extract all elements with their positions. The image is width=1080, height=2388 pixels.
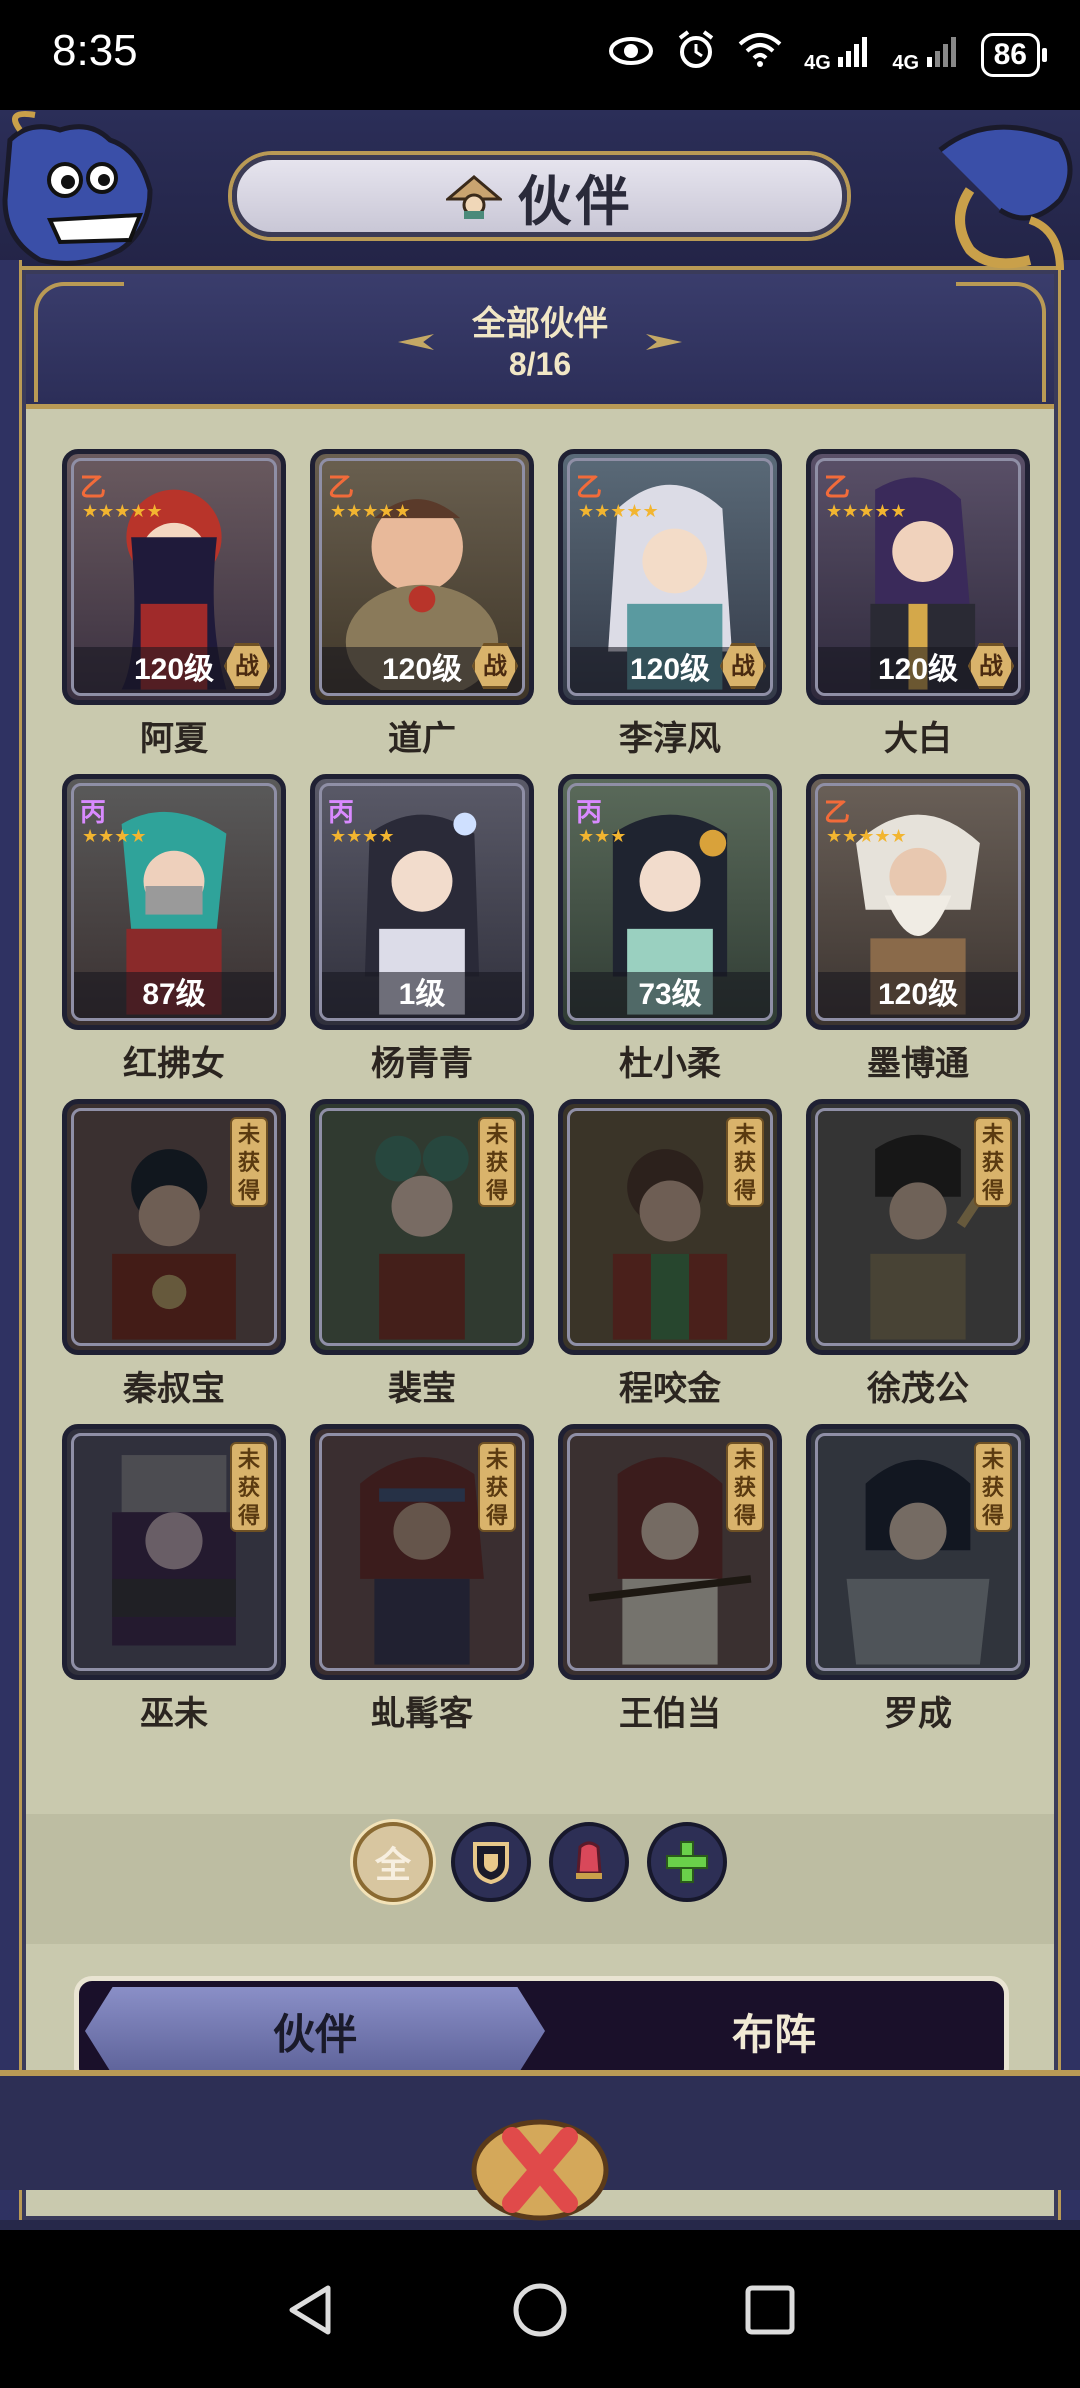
partner-card[interactable]: 丙 ★★★ 73级 xyxy=(558,774,782,1030)
star-rating: ★★★★ xyxy=(82,826,147,847)
not-obtained-tag: 未获得 xyxy=(230,1117,268,1207)
rank-label: 丙 xyxy=(80,798,107,828)
not-obtained-tag: 未获得 xyxy=(478,1117,516,1207)
bell-icon xyxy=(576,1841,602,1879)
filter-all-label: 全 xyxy=(374,1845,411,1886)
status-bar: 8:35 4G 4G 86 xyxy=(0,0,1080,110)
partner-name: 罗成 xyxy=(884,1694,952,1734)
partner-count: 8/16 xyxy=(508,346,572,382)
dragon-head-icon xyxy=(2,111,153,266)
not-obtained-tag: 未获得 xyxy=(974,1117,1012,1207)
partner-name: 大白 xyxy=(884,719,952,759)
not-obtained-tag: 未获得 xyxy=(726,1117,764,1207)
star-rating: ★★★★★ xyxy=(826,826,907,847)
partner-name: 红拂女 xyxy=(123,1044,225,1084)
partner-card-locked[interactable]: 未获得 xyxy=(558,1424,782,1680)
page-title: 伙伴 xyxy=(517,169,634,233)
partner-name: 李淳风 xyxy=(619,719,721,759)
battery-indicator: 86 xyxy=(980,32,1048,77)
title-plate: 伙伴 xyxy=(232,155,847,237)
partner-name: 秦叔宝 xyxy=(123,1369,225,1409)
star-rating: ★★★★ xyxy=(330,826,395,847)
partner-name: 杨青青 xyxy=(371,1044,473,1084)
rank-label: 丙 xyxy=(328,798,355,828)
banner-title: 全部伙伴 xyxy=(472,304,608,344)
partner-card[interactable]: 乙 ★★★★★ 120级 战 xyxy=(62,449,286,705)
level-label: 120级 xyxy=(818,972,1018,1018)
partner-name: 徐茂公 xyxy=(867,1369,969,1409)
partner-card[interactable]: 丙 ★★★★ 87级 xyxy=(62,774,286,1030)
not-obtained-tag: 未获得 xyxy=(478,1442,516,1532)
home-icon[interactable] xyxy=(510,2280,570,2340)
star-rating: ★★★★★ xyxy=(826,501,907,522)
partner-card[interactable]: 乙 ★★★★★ 120级 xyxy=(806,774,1030,1030)
partner-name: 墨博通 xyxy=(867,1044,969,1084)
star-rating: ★★★★★ xyxy=(578,501,659,522)
partner-card[interactable]: 乙 ★★★★★ 120级 战 xyxy=(806,449,1030,705)
shield-icon xyxy=(473,1842,509,1884)
star-rating: ★★★ xyxy=(578,826,627,847)
alarm-icon xyxy=(676,30,716,79)
filter-plus-button[interactable] xyxy=(647,1822,727,1902)
partner-card-locked[interactable]: 未获得 xyxy=(806,1099,1030,1355)
tab-partner[interactable]: 伙伴 xyxy=(85,1987,545,2075)
frame-side-left xyxy=(0,260,22,2220)
partner-name: 虬髯客 xyxy=(371,1694,473,1734)
status-icons: 4G 4G 86 xyxy=(608,30,1048,79)
signal-4g-1: 4G xyxy=(804,35,870,75)
partner-card[interactable]: 丙 ★★★★ 1级 xyxy=(310,774,534,1030)
partner-card-locked[interactable]: 未获得 xyxy=(310,1099,534,1355)
rank-label: 乙 xyxy=(328,473,355,503)
partner-name: 阿夏 xyxy=(140,719,208,759)
signal-4g-2: 4G xyxy=(892,35,958,75)
recents-icon[interactable] xyxy=(740,2280,800,2340)
partner-card-locked[interactable]: 未获得 xyxy=(558,1099,782,1355)
status-time: 8:35 xyxy=(52,26,138,75)
tab-formation[interactable]: 布阵 xyxy=(544,1981,1004,2081)
rank-label: 丙 xyxy=(576,798,603,828)
partner-banner: 全部伙伴 8/16 xyxy=(26,274,1054,409)
star-rating: ★★★★★ xyxy=(82,501,163,522)
partner-name: 杜小柔 xyxy=(619,1044,721,1084)
partner-name: 裴莹 xyxy=(388,1369,456,1409)
filter-strip xyxy=(26,1814,1054,1944)
level-label: 73级 xyxy=(570,972,770,1018)
partner-card[interactable]: 乙 ★★★★★ 120级 战 xyxy=(558,449,782,705)
back-icon[interactable] xyxy=(280,2280,340,2340)
game-frame: 伙伴 全部伙伴 8/16 乙 ★★★★★ 120级 战 阿夏 乙 ★★★★★ 1… xyxy=(0,110,1080,2230)
straw-hat-icon xyxy=(445,175,502,219)
partner-panel: 全部伙伴 8/16 乙 ★★★★★ 120级 战 阿夏 乙 ★★★★★ 120级… xyxy=(22,270,1058,2220)
not-obtained-tag: 未获得 xyxy=(974,1442,1012,1532)
wifi-icon xyxy=(738,32,782,77)
level-label: 87级 xyxy=(74,972,274,1018)
rank-label: 乙 xyxy=(80,473,107,503)
partner-name: 程咬金 xyxy=(619,1369,721,1409)
filter-all-button[interactable]: 全 xyxy=(353,1822,433,1902)
frame-side-right xyxy=(1058,260,1080,2220)
star-rating: ★★★★★ xyxy=(330,501,411,522)
partner-name: 巫未 xyxy=(140,1694,208,1734)
filter-shield-button[interactable] xyxy=(451,1822,531,1902)
level-label: 1级 xyxy=(322,972,522,1018)
filter-bell-button[interactable] xyxy=(549,1822,629,1902)
close-button[interactable] xyxy=(468,2115,612,2225)
close-icon xyxy=(471,2119,609,2221)
rank-label: 乙 xyxy=(824,473,851,503)
partner-card-locked[interactable]: 未获得 xyxy=(62,1424,286,1680)
partner-name: 道广 xyxy=(388,719,456,759)
rank-label: 乙 xyxy=(576,473,603,503)
partner-card-locked[interactable]: 未获得 xyxy=(310,1424,534,1680)
not-obtained-tag: 未获得 xyxy=(726,1442,764,1532)
eye-icon xyxy=(608,34,654,76)
partner-card[interactable]: 乙 ★★★★★ 120级 战 xyxy=(310,449,534,705)
partner-card-locked[interactable]: 未获得 xyxy=(806,1424,1030,1680)
partner-name: 王伯当 xyxy=(619,1694,721,1734)
dragon-tail-icon xyxy=(938,124,1073,271)
partner-card-locked[interactable]: 未获得 xyxy=(62,1099,286,1355)
plus-icon xyxy=(666,1841,708,1883)
not-obtained-tag: 未获得 xyxy=(230,1442,268,1532)
system-nav-bar xyxy=(0,2230,1080,2388)
rank-label: 乙 xyxy=(824,798,851,828)
